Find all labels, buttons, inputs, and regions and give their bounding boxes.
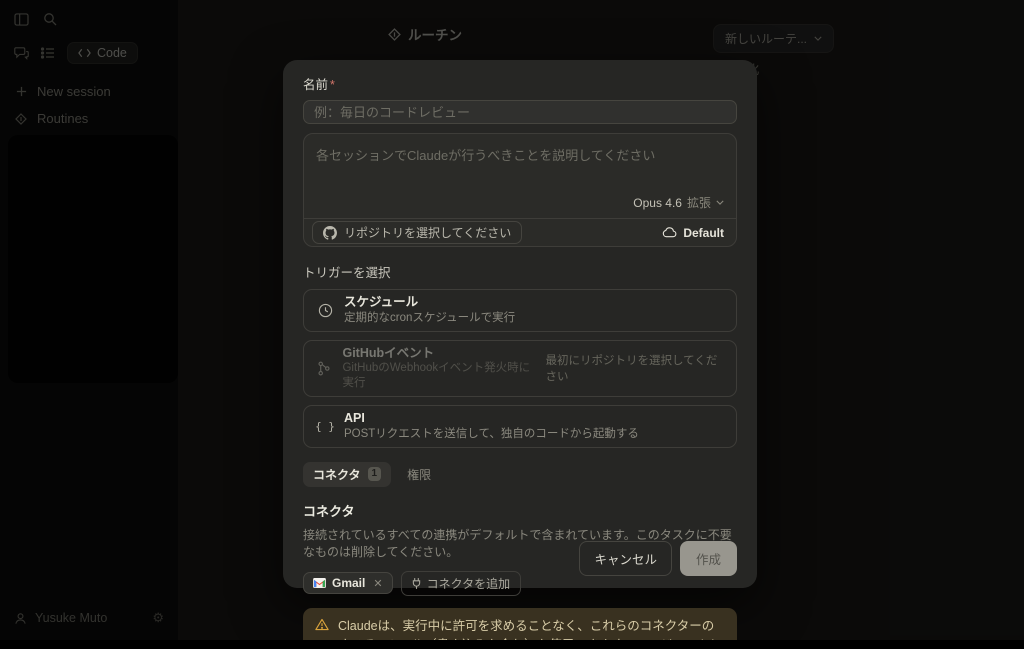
trigger-github-event-card: GitHubイベント GitHubのWebhookイベント発火時に実行 最初にリ… <box>303 340 737 398</box>
tab-permissions[interactable]: 権限 <box>407 466 431 483</box>
braces-icon: { } <box>316 420 334 433</box>
prompt-composer: Opus 4.6 拡張 リポジトリを選択してください <box>303 133 737 247</box>
trigger-section-label: トリガーを選択 <box>303 262 737 281</box>
cloud-icon <box>662 227 677 238</box>
connector-count-badge: 1 <box>368 467 382 481</box>
gmail-icon <box>313 578 326 588</box>
routine-prompt-input[interactable] <box>304 134 736 194</box>
model-name: Opus 4.6 <box>633 196 682 210</box>
connector-chip-gmail[interactable]: Gmail ✕ <box>303 572 393 594</box>
model-selector[interactable]: Opus 4.6 拡張 <box>304 194 736 218</box>
model-mode: 拡張 <box>687 194 711 211</box>
environment-label: Default <box>683 226 724 240</box>
tab-label: コネクタ <box>313 466 361 483</box>
create-routine-modal: 名前* Opus 4.6 拡張 リポジトリを選択してくださ <box>283 60 757 588</box>
bottom-letterbox <box>0 640 1024 649</box>
plug-icon <box>412 577 421 590</box>
tab-label: 権限 <box>407 468 431 482</box>
cancel-button[interactable]: キャンセル <box>579 541 672 576</box>
connectors-heading: コネクタ <box>303 501 737 520</box>
add-connector-button[interactable]: コネクタを追加 <box>401 571 522 596</box>
trigger-api-card[interactable]: { } API POSTリクエストを送信して、独自のコードから起動する <box>303 405 737 448</box>
trigger-desc: POSTリクエストを送信して、独自のコードから起動する <box>344 427 639 442</box>
trigger-schedule-card[interactable]: スケジュール 定期的なcronスケジュールで実行 <box>303 289 737 332</box>
trigger-title: GitHubイベント <box>342 346 535 362</box>
repository-select-button[interactable]: リポジトリを選択してください <box>312 221 522 244</box>
name-field-label: 名前* <box>303 74 737 93</box>
app-window: Code New session Routines <box>0 0 1024 649</box>
tab-connectors[interactable]: コネクタ 1 <box>303 462 391 487</box>
connector-chip-label: Gmail <box>332 576 365 590</box>
add-connector-label: コネクタを追加 <box>427 575 511 592</box>
trigger-disabled-hint: 最初にリポジトリを選択してください <box>546 352 724 384</box>
routine-name-input[interactable] <box>303 100 737 124</box>
trigger-desc: GitHubのWebhookイベント発火時に実行 <box>342 361 535 391</box>
modal-footer: キャンセル 作成 <box>579 541 737 576</box>
clock-icon <box>316 303 334 318</box>
trigger-title: スケジュール <box>344 295 515 311</box>
trigger-desc: 定期的なcronスケジュールで実行 <box>344 311 515 326</box>
chevron-down-icon <box>716 200 724 205</box>
repository-select-label: リポジトリを選択してください <box>344 224 511 241</box>
environment-selector[interactable]: Default <box>662 226 728 240</box>
github-icon <box>323 226 337 240</box>
create-button[interactable]: 作成 <box>680 541 737 576</box>
remove-connector-icon[interactable]: ✕ <box>373 577 382 590</box>
modal-tabs: コネクタ 1 権限 <box>303 462 737 487</box>
required-asterisk: * <box>330 78 335 92</box>
trigger-title: API <box>344 411 639 427</box>
webhook-icon <box>316 361 332 376</box>
